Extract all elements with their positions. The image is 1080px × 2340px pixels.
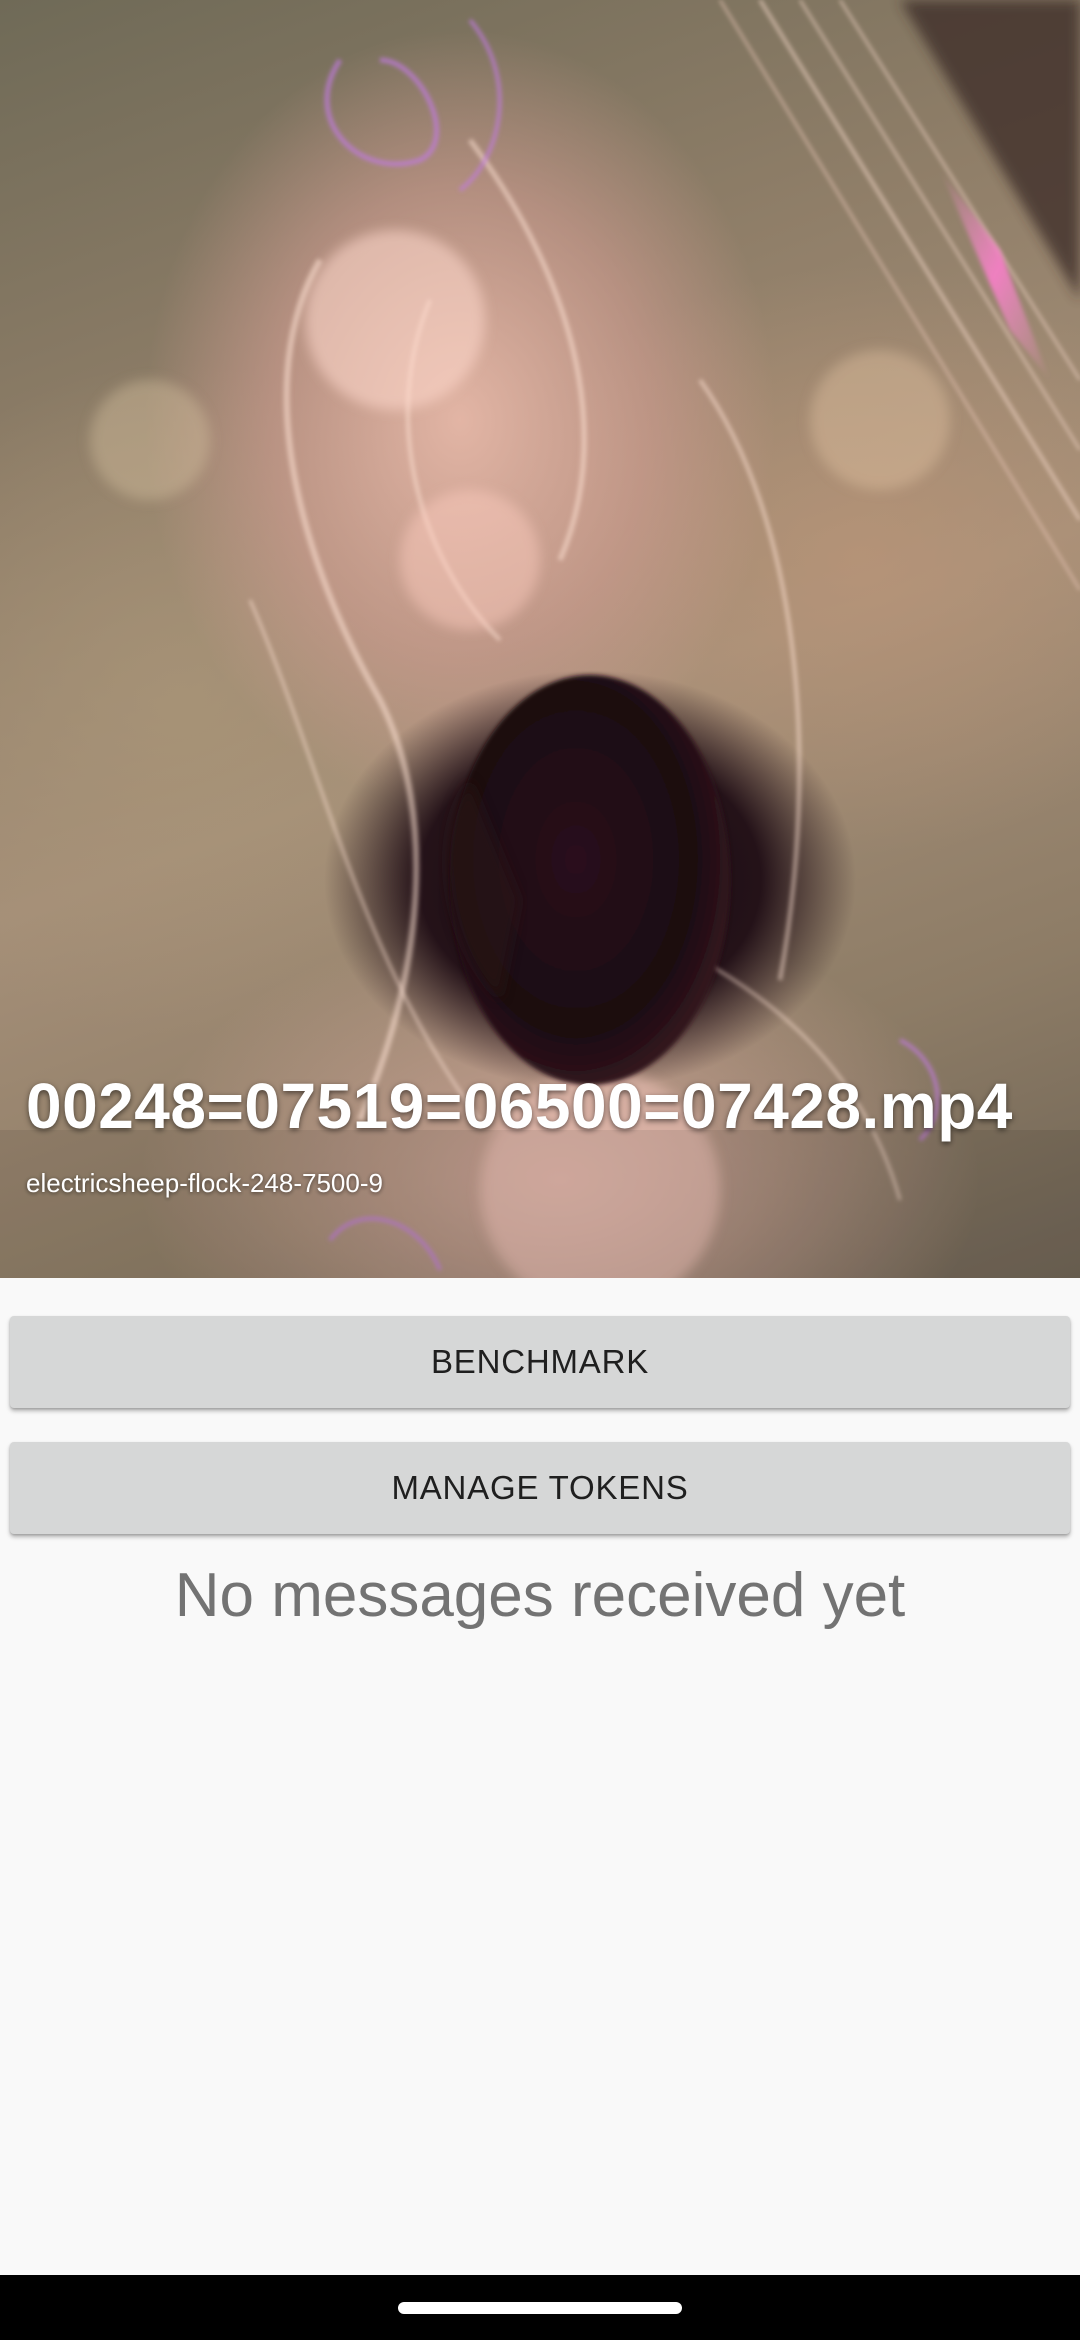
manage-tokens-button[interactable]: MANAGE TOKENS bbox=[10, 1442, 1070, 1534]
messages-empty-state: No messages received yet bbox=[174, 1561, 906, 1630]
benchmark-button[interactable]: BENCHMARK bbox=[10, 1316, 1070, 1408]
fractal-video-player[interactable]: 00248=07519=06500=07428.mp4 electricshee… bbox=[0, 0, 1080, 1278]
video-title: 00248=07519=06500=07428.mp4 bbox=[26, 1070, 1013, 1142]
video-subtitle: electricsheep-flock-248-7500-9 bbox=[26, 1168, 383, 1198]
app-screen: 00248=07519=06500=07428.mp4 electricshee… bbox=[0, 0, 1080, 2340]
home-gesture-handle[interactable] bbox=[398, 2302, 682, 2314]
